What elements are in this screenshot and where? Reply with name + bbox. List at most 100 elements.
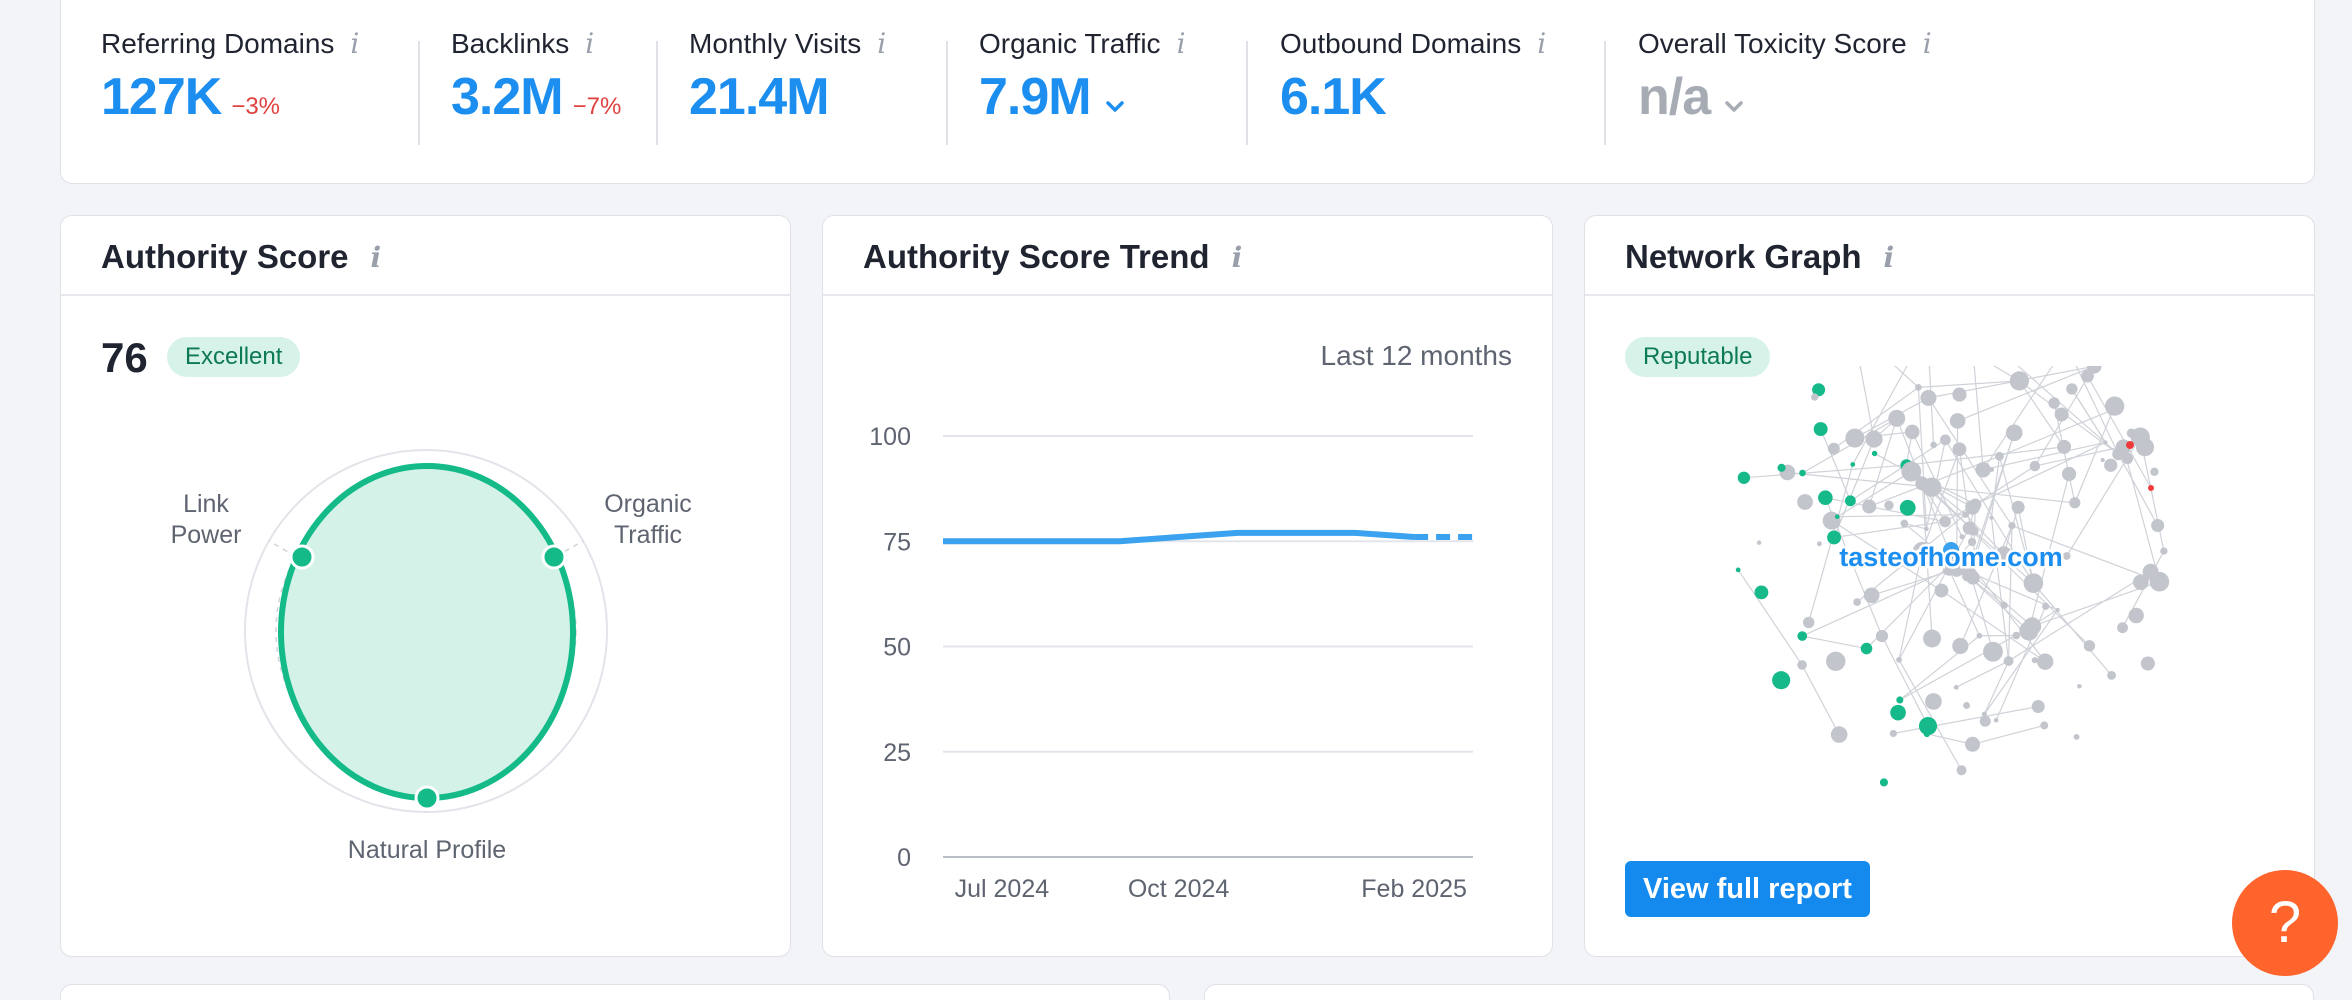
chevron-down-icon[interactable] [1105,100,1125,114]
network-node [2000,601,2008,609]
x-tick-label: Oct 2024 [1128,875,1230,903]
network-node [1965,500,1980,515]
info-icon[interactable]: i [585,27,594,60]
network-node [2069,497,2081,509]
trend-line-chart: 100 75 50 25 0 Jul 2024 Oct 2024 Feb 2025 [869,423,1473,903]
network-node [2029,460,2041,472]
network-node [2128,607,2144,624]
network-edge [1972,724,2045,745]
network-edge [1990,456,2001,518]
network-node [2148,485,2154,491]
info-icon[interactable]: i [877,27,886,60]
network-node [2119,442,2125,448]
next-card [1204,984,2314,1000]
network-node [2103,440,2108,445]
network-node [2012,631,2021,640]
network-node [1737,471,1751,484]
metric-delta: −3% [231,93,281,120]
network-node [1923,629,1942,648]
network-node [2126,441,2134,449]
network-node [1735,567,1741,573]
network-node [2150,467,2159,477]
radar-point-organic-traffic[interactable] [541,544,567,570]
network-edge [1825,497,1946,523]
network-node [2042,602,2050,610]
network-node [1924,526,1929,532]
date-range-label[interactable]: Last 12 months [1321,340,1512,372]
network-node [2140,656,2155,671]
radar-label-link-power: Link [183,490,229,518]
network-node [1983,641,2003,662]
chevron-down-icon[interactable] [1724,100,1744,114]
divider [1604,41,1606,145]
network-node [1813,422,1828,437]
metric-value: 7.9M [979,68,1092,126]
network-node [1830,726,1848,743]
radar-point-natural-profile[interactable] [414,785,440,811]
network-node [1826,651,1846,671]
network-node [1799,469,1806,477]
y-tick-label: 25 [883,739,911,767]
network-node [1995,451,2004,461]
y-tick-label: 100 [869,423,911,451]
network-node [1777,463,1786,472]
network-node [1989,467,1995,472]
network-edge [1859,366,1875,440]
network-node [2054,407,2069,422]
network-node [1896,696,1904,704]
network-node [1963,701,1971,709]
metric-label: Referring Domains [101,27,335,59]
network-node [2108,403,2120,415]
metric-label: Organic Traffic [979,27,1161,59]
network-node [2037,653,2054,670]
info-icon[interactable]: i [350,27,359,60]
view-full-report-button[interactable]: View full report [1625,861,1870,917]
network-node [1890,704,1906,721]
network-node [2160,547,2168,555]
network-node [1930,441,1937,449]
info-icon[interactable]: i [1177,27,1186,60]
metric-label: Outbound Domains [1280,27,1522,59]
network-node [1818,490,1833,505]
network-node [1939,434,1951,446]
info-icon[interactable]: i [371,241,382,274]
help-button[interactable]: ? [2232,870,2338,976]
y-tick-label: 0 [897,844,911,872]
series-line [943,529,1415,545]
next-card [60,984,1170,1000]
network-node [1850,462,1856,467]
network-graph[interactable]: tasteofhome.com [1585,366,2316,886]
network-edge [1802,635,1867,650]
network-node [1772,671,1791,690]
status-badge: Excellent [167,337,301,377]
network-node [1853,598,1861,606]
panel-header: Authority Score Trend i [823,216,1552,296]
info-icon[interactable]: i [1232,241,1243,274]
info-icon[interactable]: i [1923,27,1932,60]
info-icon[interactable]: i [1537,27,1546,60]
network-domain-label: tasteofhome.com [1839,542,2063,572]
network-node [1797,494,1813,510]
network-node [1989,515,1994,520]
network-node [1811,393,1819,401]
network-node [2005,424,2023,442]
network-node [1827,442,1840,455]
network-node [1871,450,1878,457]
info-icon[interactable]: i [1884,241,1895,274]
network-node [1922,477,1942,497]
divider [946,41,948,145]
x-tick-label: Feb 2025 [1361,875,1467,903]
network-node [1949,413,1966,429]
divider [656,41,658,145]
network-node [2107,670,2116,680]
network-node [1969,526,1979,536]
radar-point-link-power[interactable] [289,544,315,570]
network-node [1959,534,1965,540]
panel-title: Authority Score [101,238,349,275]
network-node [1797,660,1807,670]
network-node [1952,387,1967,402]
radar-label-link-power: Power [171,521,242,549]
network-node [1899,499,1916,516]
network-node [1965,736,1981,752]
radar-label-organic-traffic: Organic [604,490,692,518]
